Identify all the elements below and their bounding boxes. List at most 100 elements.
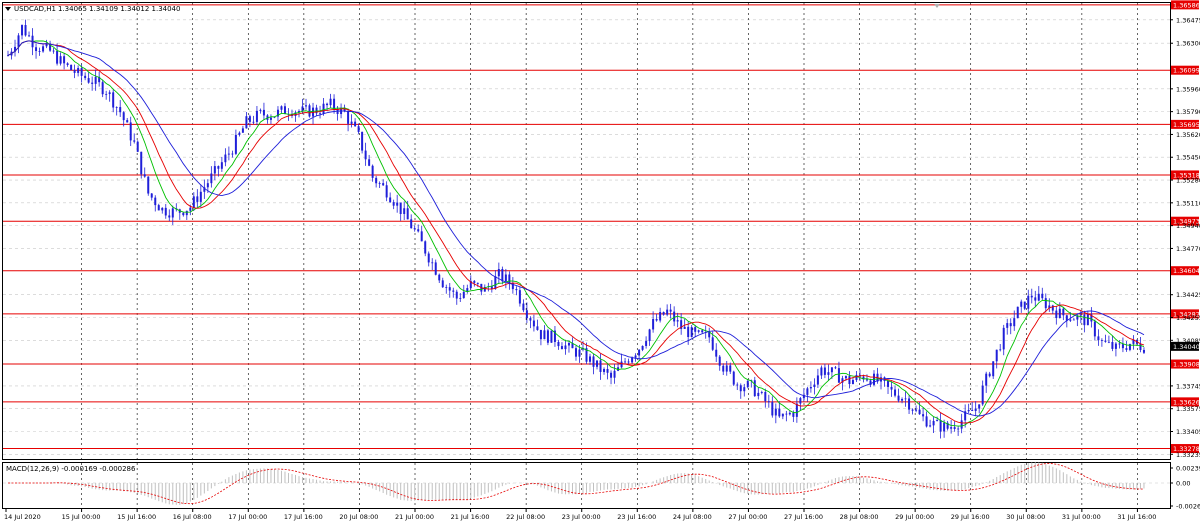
- candle-body: [441, 280, 444, 288]
- current-price-label: 1.34040: [1173, 343, 1200, 351]
- candle-body: [70, 64, 73, 71]
- candle-body: [753, 380, 756, 397]
- candle-body: [532, 320, 535, 327]
- candle-body: [357, 126, 360, 132]
- candle-body: [1041, 293, 1044, 299]
- candle-body: [262, 109, 265, 116]
- candle-body: [1104, 340, 1107, 342]
- candle-body: [150, 193, 153, 198]
- candle-body: [771, 402, 774, 416]
- candle-body: [227, 153, 230, 155]
- candle-body: [371, 165, 374, 178]
- candle-body: [1069, 319, 1072, 321]
- candle-body: [326, 103, 329, 106]
- candle-body: [259, 109, 262, 111]
- candle-body: [497, 269, 500, 277]
- candle-body: [305, 105, 308, 107]
- candle-body: [392, 202, 395, 206]
- candle-body: [711, 337, 714, 350]
- candle-body: [697, 330, 700, 332]
- candle-body: [231, 153, 234, 155]
- candle-body: [1083, 314, 1086, 326]
- candle-body: [420, 231, 423, 242]
- candle-body: [939, 420, 942, 432]
- candle-body: [820, 367, 823, 376]
- candle-body: [192, 196, 195, 208]
- time-tick-label: 28 Jul 08:00: [840, 513, 879, 521]
- candle-body: [546, 330, 549, 343]
- time-tick-label: 31 Jul 16:00: [1117, 513, 1156, 521]
- candle-body: [308, 105, 311, 117]
- candle-body: [329, 98, 332, 106]
- candle-body: [974, 408, 977, 411]
- candle-body: [971, 409, 974, 411]
- candle-body: [501, 269, 504, 282]
- candle-body: [234, 134, 237, 154]
- candle-body: [66, 63, 69, 65]
- level-price-label: 1.35695: [1173, 121, 1200, 129]
- price-chart-area[interactable]: [2, 2, 1171, 460]
- symbol-label: USDCAD,H1: [14, 5, 56, 13]
- candle-body: [760, 391, 763, 393]
- candle-body: [143, 174, 146, 177]
- candle-body: [943, 422, 946, 432]
- candle-body: [417, 229, 420, 232]
- candle-body: [438, 274, 441, 281]
- price-tick-label: 1.34770: [1176, 245, 1200, 253]
- candle-body: [515, 289, 518, 291]
- candle-body: [1058, 308, 1061, 319]
- candle-body: [574, 348, 577, 357]
- candle-body: [389, 197, 392, 203]
- candle-body: [476, 282, 479, 284]
- candle-body: [795, 403, 798, 417]
- chart-window[interactable]: 1.36586 1.36099 1.35695 1.35318 1.34973 1.346…: [0, 0, 1200, 525]
- candle-body: [63, 56, 66, 64]
- candle-body: [701, 330, 704, 333]
- candle-body: [255, 110, 258, 122]
- candle-body: [403, 208, 406, 215]
- price-tick-label: 1.34255: [1176, 314, 1200, 322]
- candle-body: [550, 330, 553, 343]
- candle-body: [28, 35, 31, 37]
- time-tick-label: 15 Jul 16:00: [117, 513, 156, 521]
- candle-body: [424, 241, 427, 254]
- time-tick-label: 21 Jul 16:00: [451, 513, 490, 521]
- candle-body: [981, 385, 984, 405]
- time-tick-label: 14 Jul 2020: [4, 513, 41, 521]
- candle-body: [690, 327, 693, 338]
- candle-body: [950, 427, 953, 429]
- time-tick-label: 22 Jul 08:00: [506, 513, 545, 521]
- candle-body: [1030, 295, 1033, 298]
- candle-body: [459, 297, 462, 299]
- candle-body: [999, 349, 1002, 351]
- candle-body: [347, 111, 350, 124]
- candle-body: [350, 121, 353, 124]
- candle-body: [827, 372, 830, 375]
- candle-body: [715, 349, 718, 357]
- candle-body: [1142, 349, 1145, 353]
- price-tick-label: 1.35110: [1176, 199, 1200, 207]
- candle-body: [462, 291, 465, 298]
- candle-body: [781, 413, 784, 417]
- candle-body: [56, 50, 59, 64]
- candle-body: [210, 173, 213, 184]
- candle-body: [301, 106, 304, 112]
- price-tick-label: 1.36475: [1176, 16, 1200, 24]
- candle-body: [894, 389, 897, 396]
- candle-body: [988, 373, 991, 377]
- candle-body: [848, 376, 851, 385]
- price-tick-label: 1.34940: [1176, 222, 1200, 230]
- candle-body: [504, 274, 507, 282]
- candle-body: [1139, 343, 1142, 350]
- chart-header: USDCAD,H1 1.34065 1.34109 1.34012 1.3404…: [5, 5, 180, 13]
- candle-body: [1079, 314, 1082, 316]
- candle-body: [809, 387, 812, 389]
- candle-body: [648, 329, 651, 342]
- candle-body: [220, 162, 223, 169]
- candle-body: [73, 70, 76, 73]
- level-price-label: 1.33908: [1173, 361, 1200, 369]
- candle-body: [406, 208, 409, 220]
- candle-body: [410, 219, 413, 229]
- candle-body: [38, 51, 41, 52]
- candle-body: [596, 360, 599, 367]
